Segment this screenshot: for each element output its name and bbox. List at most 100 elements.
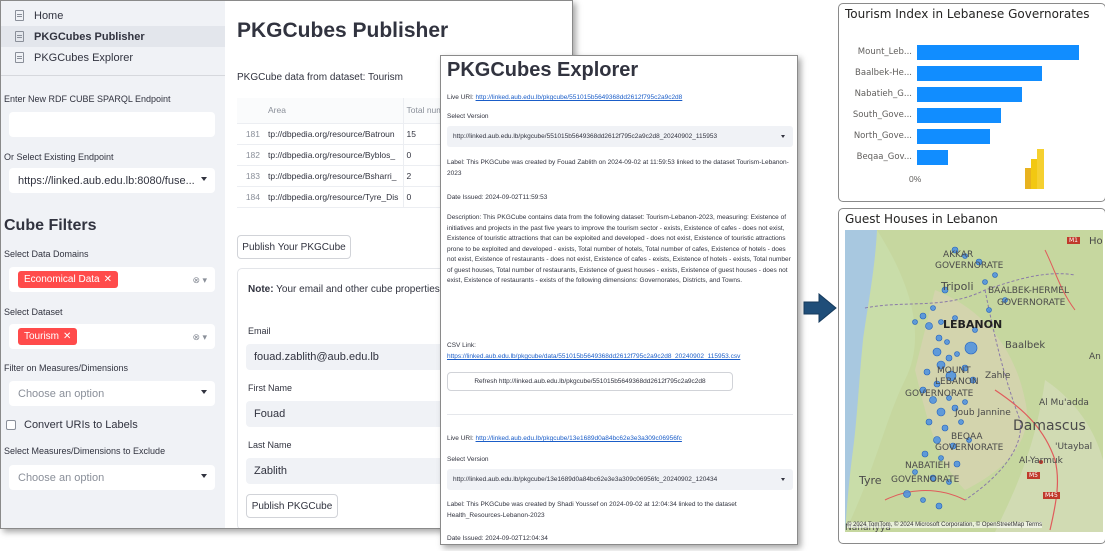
- domains-multiselect[interactable]: Economical Data ✕ ⊗ ▾: [9, 267, 215, 292]
- dataset-subtitle: PKGCube data from dataset: Tourism: [237, 72, 404, 83]
- map[interactable]: M1 Ho AKKAR GOVERNORATE Tripoli BAALBEK-…: [845, 230, 1103, 532]
- cube1-label-text: Label: This PKGCube was created by Fouad…: [447, 159, 789, 177]
- powerbi-logo-icon: [1025, 149, 1044, 189]
- cube1-csv-link[interactable]: https://linked.aub.edu.lb/pkgcube/data/5…: [447, 352, 740, 363]
- version-value: http://linked.aub.edu.lb/pkgcube/13e1689…: [453, 476, 718, 483]
- map-label: GOVERNORATE: [891, 475, 960, 485]
- close-icon[interactable]: ✕: [104, 274, 112, 285]
- sidebar-divider: [1, 75, 225, 76]
- chart-title: Tourism Index in Lebanese Governorates: [845, 7, 1090, 21]
- map-copyright[interactable]: © 2024 TomTom, © 2024 Microsoft Corporat…: [847, 522, 1043, 528]
- sidebar: Home PKGCubes Publisher PKGCubes Explore…: [1, 1, 225, 528]
- tag-label: Economical Data: [24, 274, 100, 285]
- convert-uris-checkbox[interactable]: Convert URIs to Labels: [6, 419, 138, 431]
- row-area[interactable]: tp://dbpedia.org/resource/Tyre_Dis: [265, 186, 404, 208]
- right-arrow-icon: [803, 293, 837, 323]
- row-index: 181: [237, 123, 265, 145]
- dataset-tag[interactable]: Tourism ✕: [18, 328, 78, 345]
- cube2-version-select[interactable]: http://linked.aub.edu.lb/pkgcube/13e1689…: [447, 469, 793, 490]
- map-label: LEBANON: [935, 377, 979, 387]
- sidebar-nav: Home PKGCubes Publisher PKGCubes Explore…: [1, 1, 225, 68]
- publish-pkgcube-button[interactable]: Publish PKGCube: [246, 494, 338, 518]
- email-label: Email: [248, 326, 271, 336]
- row-area[interactable]: tp://dbpedia.org/resource/Batroun: [265, 123, 404, 145]
- map-label: Al Mu'adda: [1039, 398, 1089, 408]
- map-label: Al-Yarmuk: [1019, 456, 1063, 466]
- page-title: PKGCubes Publisher: [237, 19, 449, 42]
- publish-your-pkgcube-button[interactable]: Publish Your PKGCube: [237, 235, 351, 259]
- endpoint-input[interactable]: [9, 112, 215, 137]
- version-value: http://linked.aub.edu.lb/pkgcube/551015b…: [453, 133, 718, 140]
- map-label: GOVERNORATE: [997, 298, 1066, 308]
- cube2-date-issued: Date Issued: 2024-09-02T12:04:34: [447, 535, 548, 542]
- clear-chevron-icons[interactable]: ⊗ ▾: [192, 332, 207, 343]
- live-uri-link[interactable]: http://linked.aub.edu.lb/pkgcube/13e1689…: [476, 435, 682, 442]
- map-label: GOVERNORATE: [935, 443, 1004, 453]
- bar[interactable]: [917, 108, 1002, 123]
- bar[interactable]: [917, 129, 990, 144]
- existing-endpoint-select[interactable]: https://linked.aub.edu.lb:8080/fuse...: [9, 168, 215, 193]
- map-label: BAALBEK-HERMEL: [988, 286, 1069, 296]
- area-header[interactable]: Area: [265, 98, 404, 124]
- exclude-select[interactable]: Choose an option: [9, 465, 215, 490]
- endpoint-label: Enter New RDF CUBE SPARQL Endpoint: [4, 94, 171, 104]
- dataset-multiselect[interactable]: Tourism ✕ ⊗ ▾: [9, 324, 215, 349]
- page-icon: [15, 10, 24, 21]
- close-icon[interactable]: ✕: [63, 331, 71, 342]
- cube1-version-select[interactable]: http://linked.aub.edu.lb/pkgcube/551015b…: [447, 126, 793, 147]
- cube-filters-heading: Cube Filters: [4, 217, 97, 234]
- cube2-label-text: Label: This PKGCube was created by Shadi…: [447, 501, 737, 519]
- page-icon: [15, 52, 24, 63]
- live-uri-label: Live URI:: [447, 94, 476, 101]
- map-label: MOUNT: [937, 366, 971, 376]
- bar[interactable]: [917, 66, 1042, 81]
- cube1-date-issued: Date Issued: 2024-09-02T11:59:53: [447, 194, 548, 201]
- explorer-title: PKGCubes Explorer: [447, 59, 639, 81]
- existing-endpoint-value: https://linked.aub.edu.lb:8080/fuse...: [18, 174, 195, 187]
- map-label: AKKAR: [943, 250, 974, 260]
- row-area[interactable]: tp://dbpedia.org/resource/Bsharri_: [265, 165, 404, 187]
- map-title: Guest Houses in Lebanon: [845, 212, 998, 226]
- measures-placeholder: Choose an option: [18, 387, 105, 400]
- cube2-version-label: Select Version: [447, 456, 489, 463]
- nav-item-home[interactable]: Home: [1, 5, 225, 26]
- bar-category-label: Nabatieh_G...: [854, 89, 912, 99]
- bar[interactable]: [917, 150, 948, 165]
- checkbox-label: Convert URIs to Labels: [24, 419, 138, 431]
- nav-item-explorer[interactable]: PKGCubes Explorer: [1, 47, 225, 68]
- bar-category-label: Baalbek-He...: [855, 68, 912, 78]
- chevron-down-icon: [781, 478, 785, 481]
- bar[interactable]: [917, 87, 1023, 102]
- nav-label: PKGCubes Explorer: [34, 51, 134, 64]
- exclude-placeholder: Choose an option: [18, 471, 105, 484]
- clear-chevron-icons[interactable]: ⊗ ▾: [192, 275, 207, 286]
- map-label: BEQAA: [951, 432, 983, 442]
- bar-category-label: South_Gove...: [852, 110, 912, 120]
- map-label: LEBANON: [943, 318, 1003, 331]
- existing-endpoint-label: Or Select Existing Endpoint: [4, 152, 114, 162]
- map-label: Tripoli: [941, 280, 974, 293]
- axis-tick-label: 0%: [909, 174, 922, 184]
- map-label: Zahle: [985, 371, 1011, 381]
- row-index: 182: [237, 144, 265, 166]
- bar-category-label: North_Gove...: [853, 131, 912, 141]
- nav-label: Home: [34, 9, 64, 22]
- refresh-button[interactable]: Refresh http://linked.aub.edu.lb/pkgcube…: [447, 372, 733, 391]
- map-label: Damascus: [1013, 418, 1086, 434]
- cube2-live-uri: Live URI: http://linked.aub.edu.lb/pkgcu…: [447, 434, 682, 445]
- road-marker: M45: [1043, 492, 1060, 499]
- nav-label: PKGCubes Publisher: [34, 30, 145, 43]
- map-label: GOVERNORATE: [905, 389, 974, 399]
- live-uri-link[interactable]: http://linked.aub.edu.lb/pkgcube/551015b…: [476, 94, 683, 101]
- checkbox-box[interactable]: [6, 420, 16, 430]
- map-label: GOVERNORATE: [935, 261, 1004, 271]
- row-area[interactable]: tp://dbpedia.org/resource/Byblos_: [265, 144, 404, 166]
- bar[interactable]: [917, 45, 1079, 60]
- map-label: Tyre: [859, 474, 882, 487]
- chevron-down-icon: [201, 177, 207, 181]
- row-index: 184: [237, 186, 265, 208]
- chevron-down-icon: [781, 135, 785, 138]
- domain-tag[interactable]: Economical Data ✕: [18, 271, 118, 288]
- measures-select[interactable]: Choose an option: [9, 381, 215, 406]
- nav-item-publisher[interactable]: PKGCubes Publisher: [1, 26, 225, 47]
